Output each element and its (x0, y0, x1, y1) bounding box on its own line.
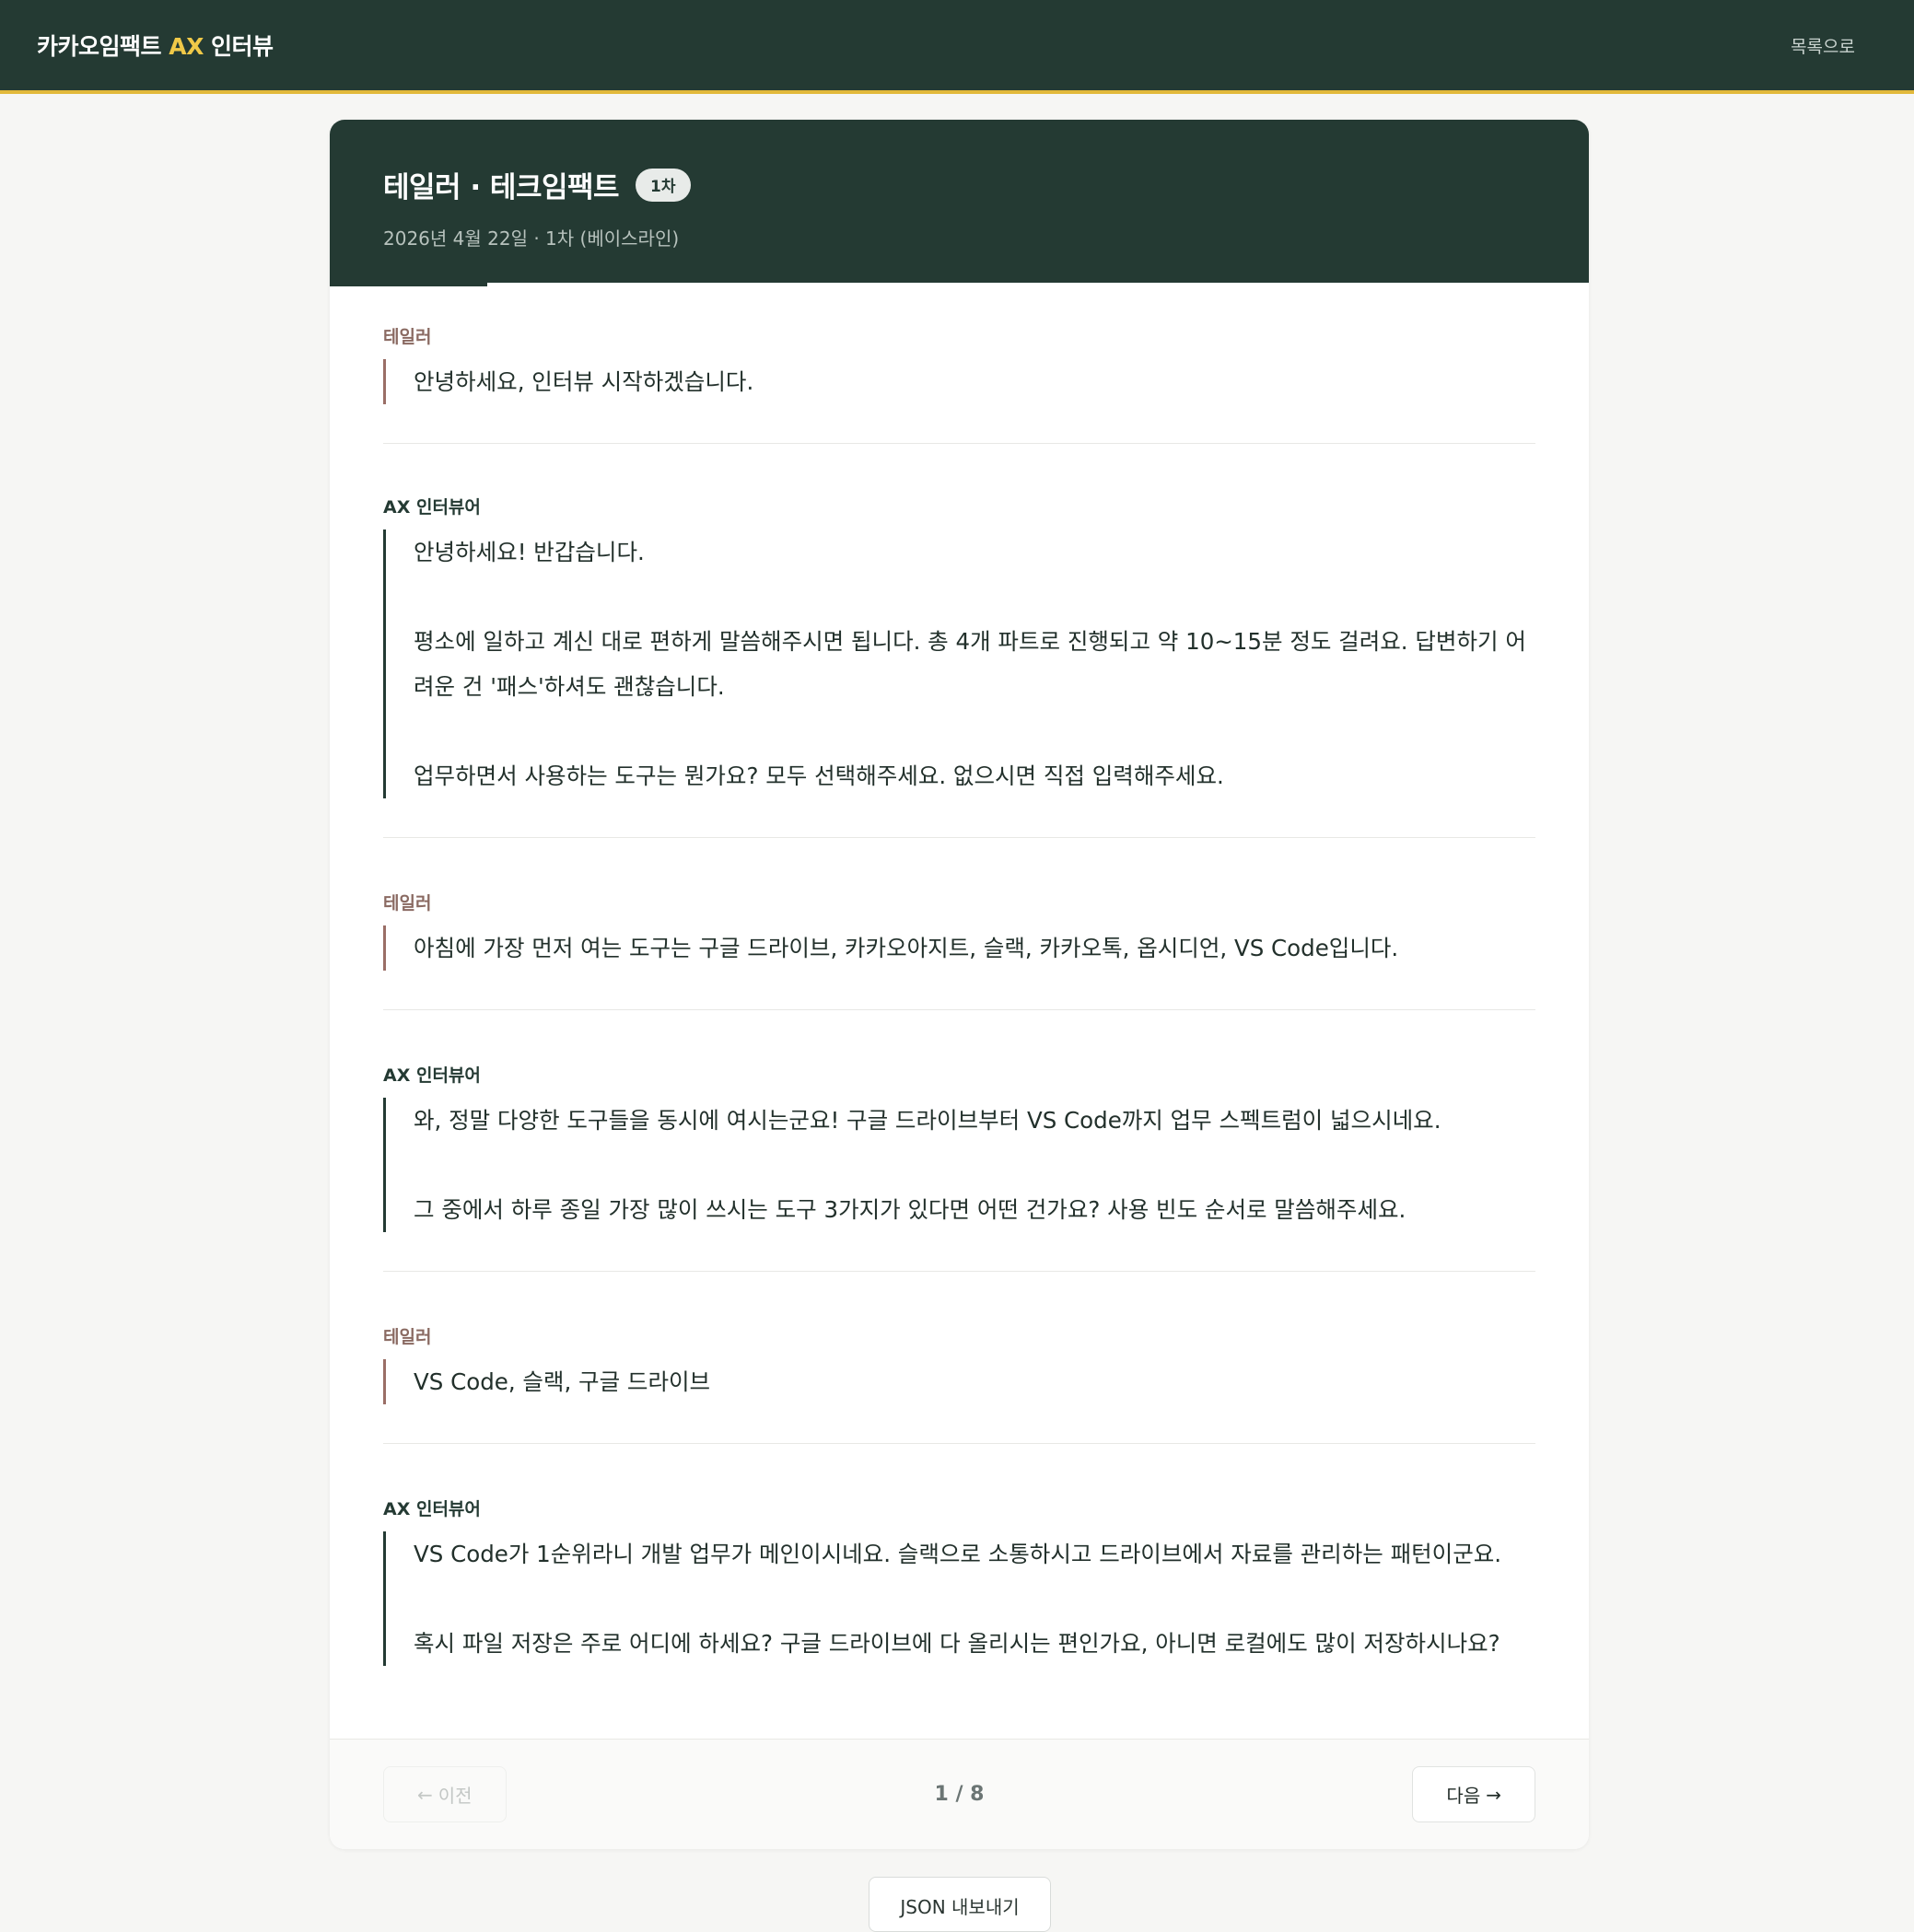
message-paragraph: 와, 정말 다양한 도구들을 동시에 여시는군요! 구글 드라이브부터 VS C… (414, 1107, 1441, 1134)
transcript-turn: AX 인터뷰어안녕하세요! 반갑습니다. 평소에 일하고 계신 대로 편하게 말씀… (383, 444, 1535, 838)
arrow-left-icon: ← (417, 1783, 433, 1806)
top-navbar: 카카오임팩트 AX 인터뷰 목록으로 (0, 0, 1914, 94)
brand-accent: AX (169, 33, 204, 60)
message-paragraph: 안녕하세요! 반갑습니다. (414, 539, 645, 565)
speaker-label: 테일러 (383, 1327, 432, 1347)
speaker-label: AX 인터뷰어 (383, 1065, 481, 1086)
message-paragraph: 아침에 가장 먼저 여는 도구는 구글 드라이브, 카카오아지트, 슬랙, 카카… (414, 935, 1399, 961)
message-paragraph: 혹시 파일 저장은 주로 어디에 하세요? 구글 드라이브에 다 올리시는 편인… (414, 1630, 1500, 1657)
speaker-label: 테일러 (383, 327, 432, 347)
transcript-turn: 테일러안녕하세요, 인터뷰 시작하겠습니다. (383, 323, 1535, 444)
interviewer-message: 와, 정말 다양한 도구들을 동시에 여시는군요! 구글 드라이브부터 VS C… (383, 1098, 1535, 1232)
brand-suffix: 인터뷰 (203, 33, 274, 60)
title-row: 테일러 · 테크임팩트 1차 (383, 164, 1535, 205)
interview-card: 테일러 · 테크임팩트 1차 2026년 4월 22일 · 1차 (베이스라인)… (330, 120, 1589, 1849)
pagination-footer: ← 이전 1 / 8 다음 → (330, 1739, 1589, 1849)
arrow-right-icon: → (1486, 1783, 1501, 1806)
interview-title: 테일러 · 테크임팩트 (383, 171, 620, 204)
speaker-label: AX 인터뷰어 (383, 497, 481, 518)
respondent-message: 아침에 가장 먼저 여는 도구는 구글 드라이브, 카카오아지트, 슬랙, 카카… (383, 925, 1535, 971)
interview-date: 2026년 4월 22일 · 1차 (베이스라인) (383, 227, 680, 250)
respondent-message: VS Code, 슬랙, 구글 드라이브 (383, 1359, 1535, 1404)
message-paragraph: VS Code, 슬랙, 구글 드라이브 (414, 1368, 711, 1395)
interviewer-message: 안녕하세요! 반갑습니다. 평소에 일하고 계신 대로 편하게 말씀해주시면 됩니… (383, 530, 1535, 798)
message-paragraph: 평소에 일하고 계신 대로 편하게 말씀해주시면 됩니다. 총 4개 파트로 진… (414, 628, 1526, 700)
progress-fill (330, 283, 487, 286)
message-paragraph: 그 중에서 하루 종일 가장 많이 쓰시는 도구 3가지가 있다면 어떤 건가요… (414, 1196, 1406, 1223)
transcript-turn: 테일러 VS Code, 슬랙, 구글 드라이브 (383, 1272, 1535, 1444)
transcript-turn: AX 인터뷰어와, 정말 다양한 도구들을 동시에 여시는군요! 구글 드라이브… (383, 1010, 1535, 1272)
interviewer-message: VS Code가 1순위라니 개발 업무가 메인이시네요. 슬랙으로 소통하시고… (383, 1531, 1535, 1666)
interview-header: 테일러 · 테크임팩트 1차 2026년 4월 22일 · 1차 (베이스라인) (330, 120, 1589, 286)
brand-name: 카카오임팩트 (37, 33, 169, 60)
prev-label: 이전 (438, 1785, 473, 1807)
respondent-message: 안녕하세요, 인터뷰 시작하겠습니다. (383, 359, 1535, 404)
brand-logo[interactable]: 카카오임팩트 AX 인터뷰 (37, 29, 274, 62)
back-to-list-link[interactable]: 목록으로 (1791, 33, 1855, 58)
prev-button[interactable]: ← 이전 (383, 1766, 507, 1822)
speaker-label: AX 인터뷰어 (383, 1499, 481, 1519)
json-export-button[interactable]: JSON 내보내기 (869, 1877, 1051, 1932)
message-paragraph: 업무하면서 사용하는 도구는 뭔가요? 모두 선택해주세요. 없으시면 직접 입… (414, 762, 1224, 789)
next-label: 다음 (1446, 1785, 1481, 1807)
transcript-turn: AX 인터뷰어 VS Code가 1순위라니 개발 업무가 메인이시네요. 슬랙으… (383, 1444, 1535, 1666)
speaker-label: 테일러 (383, 893, 432, 914)
transcript: 테일러 안녕하세요, 인터뷰 시작하겠습니다. AX 인터뷰어 안녕하세요! 반갑습니… (330, 286, 1589, 1666)
next-button[interactable]: 다음 → (1412, 1766, 1535, 1822)
message-paragraph: VS Code가 1순위라니 개발 업무가 메인이시네요. 슬랙으로 소통하시고… (414, 1541, 1502, 1567)
page-indicator: 1 / 8 (934, 1783, 985, 1806)
round-badge: 1차 (636, 168, 691, 202)
progress-bar (330, 283, 1589, 286)
transcript-turn: 테일러아침에 가장 먼저 여는 도구는 구글 드라이브, 카카오아지트, 슬랙,… (383, 838, 1535, 1010)
message-paragraph: 안녕하세요, 인터뷰 시작하겠습니다. (414, 368, 754, 395)
